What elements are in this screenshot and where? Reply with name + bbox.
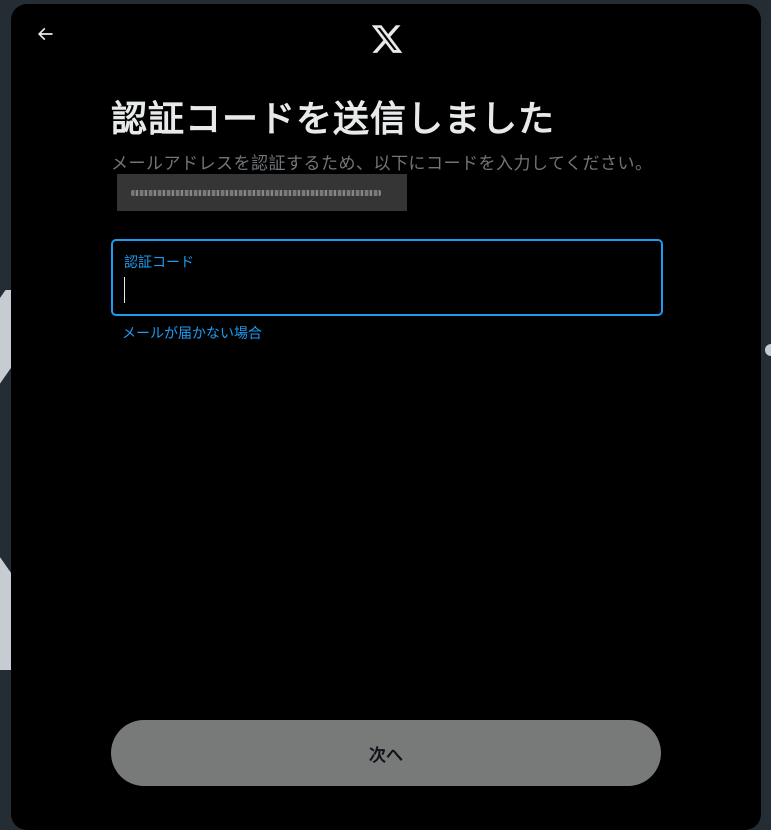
x-logo-icon — [370, 22, 404, 56]
instruction-text-body: メールアドレスを認証するため、以下にコードを入力してください。 — [111, 154, 653, 174]
next-button[interactable]: 次へ — [111, 720, 661, 786]
verification-code-input[interactable] — [121, 273, 655, 305]
background-shape-fragment — [765, 344, 771, 356]
verification-code-label: 認証コード — [124, 255, 194, 271]
verification-content: 認証コードを送信しました メールアドレスを認証するため、以下にコードを入力してく… — [111, 92, 663, 342]
text-caret — [124, 277, 125, 303]
page-title: 認証コードを送信しました — [111, 99, 556, 140]
verification-modal: 認証コードを送信しました メールアドレスを認証するため、以下にコードを入力してく… — [11, 4, 761, 830]
verification-code-field[interactable]: 認証コード — [111, 239, 663, 316]
redaction-scribble — [131, 190, 381, 196]
redacted-email — [117, 174, 407, 211]
back-button[interactable] — [27, 18, 63, 54]
arrow-left-icon — [35, 24, 55, 48]
email-not-received-link[interactable]: メールが届かない場合 — [122, 323, 262, 343]
instruction-text: メールアドレスを認証するため、以下にコードを入力してください。 — [111, 152, 663, 214]
